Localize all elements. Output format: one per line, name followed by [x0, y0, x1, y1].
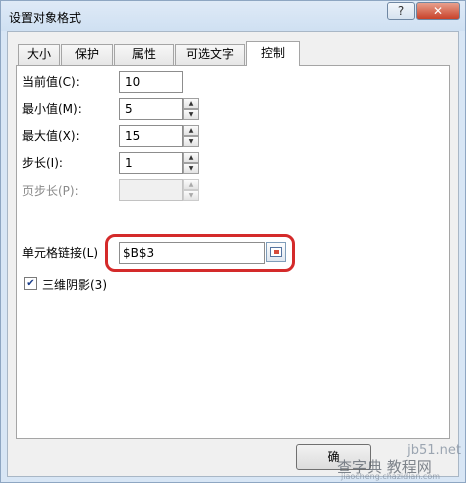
- tab-control[interactable]: 控制: [246, 41, 300, 66]
- watermark-line3: jiaocheng.chazidian.com: [341, 472, 441, 481]
- current-value-label: 当前值(C):: [22, 75, 80, 89]
- current-value-input[interactable]: 10: [119, 71, 183, 93]
- step-input[interactable]: 1: [119, 152, 183, 174]
- spin-up-icon[interactable]: ▲: [183, 98, 199, 109]
- dialog-title: 设置对象格式: [9, 11, 82, 25]
- spin-down-icon[interactable]: ▼: [183, 163, 199, 174]
- title-bar[interactable]: 设置对象格式 ? ✕: [1, 1, 465, 31]
- spin-down-icon: ▼: [183, 190, 199, 201]
- min-value-label: 最小值(M):: [22, 102, 82, 116]
- step-label: 步长(I):: [22, 156, 63, 170]
- watermark: jb51.net 查字典 教程网 jiaocheng.chazidian.com: [331, 441, 465, 481]
- help-button[interactable]: ?: [387, 2, 415, 20]
- spin-up-icon[interactable]: ▲: [183, 125, 199, 136]
- min-value-spinner: ▲ ▼: [183, 98, 199, 120]
- format-object-dialog: 设置对象格式 ? ✕ 大小 保护 属性 可选文字 控制 当前值(C): 10 最…: [0, 0, 466, 483]
- spin-down-icon[interactable]: ▼: [183, 136, 199, 147]
- tab-properties[interactable]: 属性: [114, 44, 174, 65]
- tab-size[interactable]: 大小: [18, 44, 60, 65]
- help-icon: ?: [397, 4, 405, 18]
- max-value-spinner: ▲ ▼: [183, 125, 199, 147]
- max-value-input[interactable]: 15: [119, 125, 183, 147]
- spin-up-icon: ▲: [183, 179, 199, 190]
- close-button[interactable]: ✕: [416, 2, 460, 20]
- shading-3d-checkbox[interactable]: ✔: [24, 277, 37, 290]
- max-value-label: 最大值(X):: [22, 129, 80, 143]
- spin-down-icon[interactable]: ▼: [183, 109, 199, 120]
- min-value-input[interactable]: 5: [119, 98, 183, 120]
- dialog-body: 大小 保护 属性 可选文字 控制 当前值(C): 10 最小值(M): 5 ▲ …: [7, 31, 459, 477]
- red-highlight-ring: [105, 234, 295, 272]
- control-panel: 当前值(C): 10 最小值(M): 5 ▲ ▼ 最大值(X): 15 ▲ ▼ …: [16, 65, 450, 439]
- page-step-spinner: ▲ ▼: [183, 179, 199, 201]
- spin-up-icon[interactable]: ▲: [183, 152, 199, 163]
- shading-3d-label: 三维阴影(3): [42, 278, 107, 292]
- close-icon: ✕: [432, 4, 444, 18]
- tab-protection[interactable]: 保护: [61, 44, 113, 65]
- page-step-input: [119, 179, 183, 201]
- page-step-label: 页步长(P):: [22, 184, 79, 198]
- tab-alt-text[interactable]: 可选文字: [175, 44, 245, 65]
- step-spinner: ▲ ▼: [183, 152, 199, 174]
- cell-link-label: 单元格链接(L): [22, 246, 99, 260]
